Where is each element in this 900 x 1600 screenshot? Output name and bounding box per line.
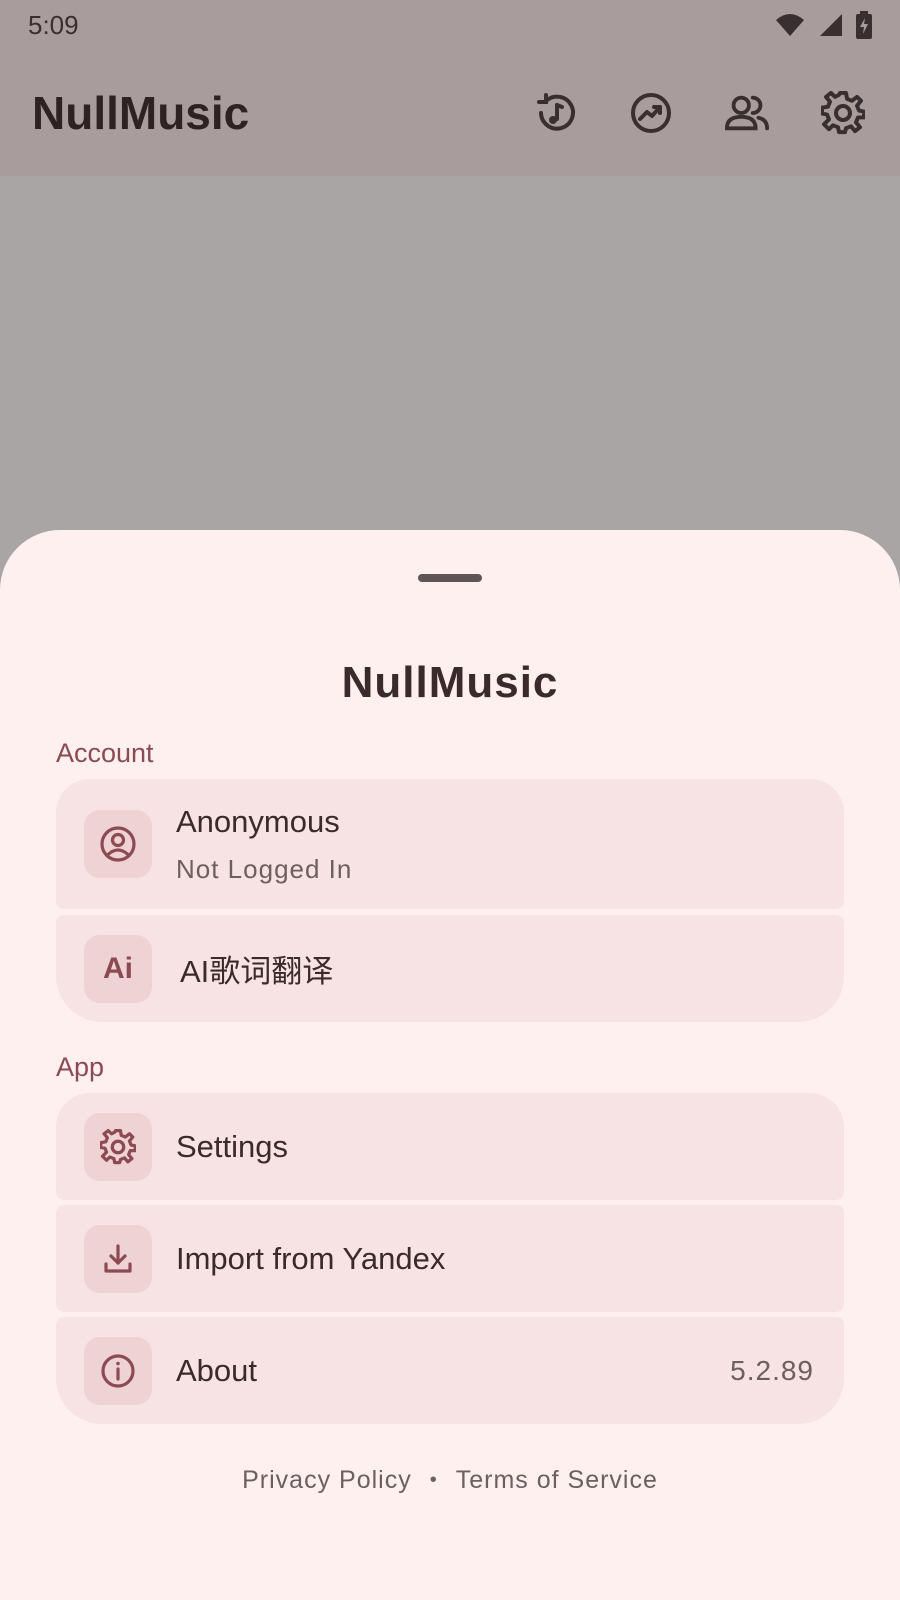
- status-time: 5:09: [28, 9, 79, 40]
- import-text: Import from Yandex: [176, 1241, 814, 1277]
- app-actions: [532, 90, 866, 136]
- about-label: About: [176, 1352, 258, 1388]
- settings-item[interactable]: Settings: [56, 1093, 844, 1200]
- import-yandex-item[interactable]: Import from Yandex: [56, 1205, 844, 1312]
- app-version: 5.2.89: [730, 1354, 814, 1386]
- trending-up-icon: [631, 93, 671, 133]
- status-bar: 5:09: [0, 0, 900, 50]
- scrim[interactable]: [0, 176, 900, 530]
- ai-label: AI歌词翻译: [180, 954, 334, 989]
- info-icon: [101, 1353, 135, 1388]
- import-label: Import from Yandex: [176, 1240, 446, 1276]
- history-music-icon: [537, 93, 575, 131]
- footer-separator: •: [429, 1469, 438, 1491]
- profile-name: Anonymous: [176, 803, 340, 839]
- gear-icon: [821, 91, 865, 135]
- wifi-icon: [776, 14, 804, 36]
- cell-signal-icon: [820, 14, 842, 36]
- status-icons: [774, 11, 872, 39]
- ai-icon-box: Ai: [84, 934, 152, 1003]
- profile-icon-box: [84, 810, 152, 878]
- sheet-title: NullMusic: [341, 658, 559, 707]
- settings-icon-box: [84, 1112, 152, 1181]
- people-button[interactable]: [724, 90, 770, 136]
- download-icon: [104, 1243, 132, 1273]
- about-text: About: [176, 1353, 730, 1389]
- people-icon: [724, 95, 770, 131]
- section-label-account: Account: [56, 738, 154, 768]
- app-title: NullMusic: [32, 87, 250, 139]
- history-button[interactable]: [532, 90, 578, 136]
- gear-icon: [100, 1128, 136, 1164]
- ai-lyrics-translation-item[interactable]: Ai AI歌词翻译: [56, 915, 844, 1022]
- ai-icon: Ai: [103, 951, 133, 985]
- terms-of-service-link[interactable]: Terms of Service: [456, 1466, 658, 1495]
- profile-status: Not Logged In: [176, 853, 353, 884]
- about-item[interactable]: About 5.2.89: [56, 1317, 844, 1424]
- import-icon-box: [84, 1224, 152, 1293]
- footer-links: Privacy Policy • Terms of Service: [0, 1466, 900, 1495]
- stats-button[interactable]: [628, 90, 674, 136]
- battery-icon: [856, 11, 872, 39]
- app-bar: NullMusic: [0, 50, 900, 176]
- account-circle-icon: [100, 826, 136, 862]
- settings-text: Settings: [176, 1129, 814, 1165]
- settings-appbar-button[interactable]: [820, 90, 866, 136]
- bottom-sheet: NullMusic Account Anonymous Not Logged I…: [0, 530, 900, 1600]
- privacy-policy-link[interactable]: Privacy Policy: [242, 1466, 412, 1495]
- ai-text: AI歌词翻译: [180, 946, 814, 991]
- about-icon-box: [84, 1336, 152, 1405]
- profile-text: Anonymous Not Logged In: [176, 804, 814, 885]
- settings-label: Settings: [176, 1128, 289, 1164]
- account-profile-item[interactable]: Anonymous Not Logged In: [56, 779, 844, 909]
- drag-handle[interactable]: [418, 574, 482, 582]
- section-label-app: App: [56, 1052, 105, 1082]
